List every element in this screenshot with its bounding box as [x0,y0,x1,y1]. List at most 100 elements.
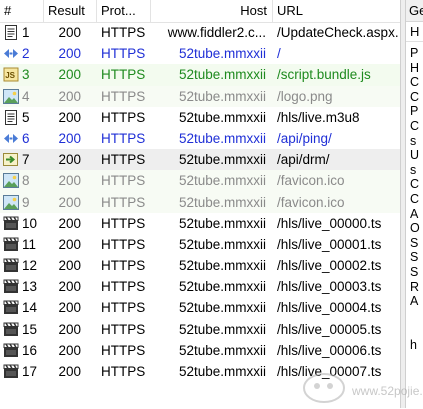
column-header-row: # Result Prot... Host URL [0,0,400,23]
row-number: 10 [22,215,38,231]
row-url: /api/drm/ [277,152,330,168]
row-result: 200 [58,300,81,316]
watermark-icon [303,373,345,403]
inspector-line [410,309,423,324]
row-url: /hls/live_00003.ts [277,279,382,295]
table-row[interactable]: 12 200 HTTPS 52tube.mmxxii/hls/live_00002.t… [0,255,400,276]
row-result: 200 [58,25,81,40]
column-header-num[interactable]: # [0,0,44,22]
table-row[interactable]: JS 3 200 HTTPS 52tube.mmxxii/script.bundle.j… [0,64,400,86]
inspector-line: R [410,279,420,294]
watermark-text: www.52pojie.cn [352,384,423,398]
table-row[interactable]: 7 200 HTTPS 52tube.mmxxii/api/drm/ [0,149,400,171]
row-result: 200 [58,236,81,252]
row-url: /script.bundle.js [277,67,371,83]
row-result: 200 [58,342,81,358]
inspector-line: s [410,133,417,148]
row-protocol: HTTPS [101,152,146,168]
table-row[interactable]: 2 200 HTTPS 52tube.mmxxii / [0,43,400,64]
table-row[interactable]: 8 200 HTTPS 52tube.mmxxii/favicon.ico [0,170,400,192]
row-host: 52tube.mmxxii [178,279,266,295]
table-row[interactable]: 11 200 HTTPS 52tube.mmxxii/hls/live_00001.t… [0,234,400,255]
row-protocol: HTTPS [101,364,146,379]
table-row[interactable]: 13 200 HTTPS 52tube.mmxxii/hls/live_00003.t… [0,276,400,297]
table-row[interactable]: 1 200 HTTPS www.fiddler2.c... /UpdateCheck.a… [0,22,400,43]
inspector-line: P [410,104,419,119]
row-protocol: HTTPS [101,130,146,146]
row-protocol: HTTPS [101,46,146,62]
row-url: /hls/live_00005.ts [277,321,382,337]
row-result: 200 [58,258,81,274]
row-host: 52tube.mmxxii [178,88,266,104]
row-host: 52tube.mmxxii [178,215,266,231]
column-header-result[interactable]: Result [44,0,97,22]
sessions-list: # Result Prot... Host URL 1 200 HTTPS www.f… [0,0,400,408]
row-protocol: HTTPS [101,321,146,337]
row-host: 52tube.mmxxii [178,300,266,316]
inspector-line: s [410,162,417,177]
table-row[interactable]: 5 200 HTTPS 52tube.mmxxii/hls/live.m3u8 [0,107,400,128]
column-header-host[interactable]: Host [151,0,273,22]
row-number: 11 [22,236,37,252]
table-row[interactable]: 9 200 HTTPS 52tube.mmxxii/favicon.ico [0,191,400,213]
row-url: /hls/live_00002.ts [277,258,382,274]
row-result: 200 [58,67,81,83]
table-row[interactable]: 10 200 HTTPS 52tube.mmxxii/hls/live_00000.t… [0,213,400,234]
row-protocol: HTTPS [101,109,146,125]
row-result: 200 [58,364,81,379]
row-protocol: HTTPS [101,279,146,295]
row-url: /hls/live_00001.ts [277,236,382,252]
row-protocol: HTTPS [101,173,146,189]
table-row[interactable]: 4 200 HTTPS 52tube.mmxxii/logo.png [0,85,400,107]
row-protocol: HTTPS [101,194,146,210]
inspector-line: A [410,206,419,221]
row-result: 200 [58,130,81,146]
row-number: 7 [22,152,30,168]
row-number: 17 [22,364,38,379]
row-url: / [277,46,281,62]
row-number: 8 [22,173,30,189]
inspector-line: C [410,177,420,192]
table-row[interactable]: 16 200 HTTPS 52tube.mmxxii/hls/live_00006.t… [0,340,400,361]
row-protocol: HTTPS [101,25,146,40]
row-host: www.fiddler2.c... [167,25,266,40]
inspector-line: C [410,75,420,90]
row-url: /logo.png [277,88,333,104]
row-result: 200 [58,321,81,337]
row-protocol: HTTPS [101,67,146,83]
row-protocol: HTTPS [101,300,146,316]
inspector-line: C [410,89,420,104]
row-number: 13 [22,279,38,295]
inspector-content: PHCCPCsUsCCAOSSSRAh [410,46,423,352]
row-result: 200 [58,215,81,231]
row-result: 200 [58,194,81,210]
row-protocol: HTTPS [101,236,146,252]
row-protocol: HTTPS [101,258,146,274]
table-row[interactable]: 15 200 HTTPS 52tube.mmxxii/hls/live_00005.t… [0,319,400,340]
table-row[interactable]: 14 200 HTTPS 52tube.mmxxii/hls/live_00004.t… [0,297,400,318]
inspector-line: C [410,191,420,206]
row-host: 52tube.mmxxii [178,321,266,337]
inspector-line: O [410,221,420,236]
row-host: 52tube.mmxxii [178,46,266,62]
column-header-url[interactable]: URL [273,0,400,22]
row-url: /UpdateCheck.aspx. [277,25,399,40]
column-header-protocol[interactable]: Prot... [97,0,151,22]
table-row[interactable]: 6 200 HTTPS 52tube.mmxxii/api/ping/ [0,128,400,149]
inspector-tab-headers[interactable]: H [406,22,423,42]
row-result: 200 [58,152,81,168]
inspector-line: C [410,118,420,133]
row-url: /hls/live_00000.ts [277,215,382,231]
row-host: 52tube.mmxxii [178,342,266,358]
inspector-title[interactable]: Ge [406,0,423,22]
row-url: /hls/live_00006.ts [277,342,382,358]
inspector-line: H [410,60,420,75]
row-protocol: HTTPS [101,342,146,358]
inspector-line [410,323,423,338]
row-number: 12 [22,258,38,274]
row-number: 9 [22,194,30,210]
inspector-line: S [410,250,419,265]
row-number: 16 [22,342,38,358]
row-url: /hls/live_00004.ts [277,300,382,316]
row-host: 52tube.mmxxii [178,67,266,83]
